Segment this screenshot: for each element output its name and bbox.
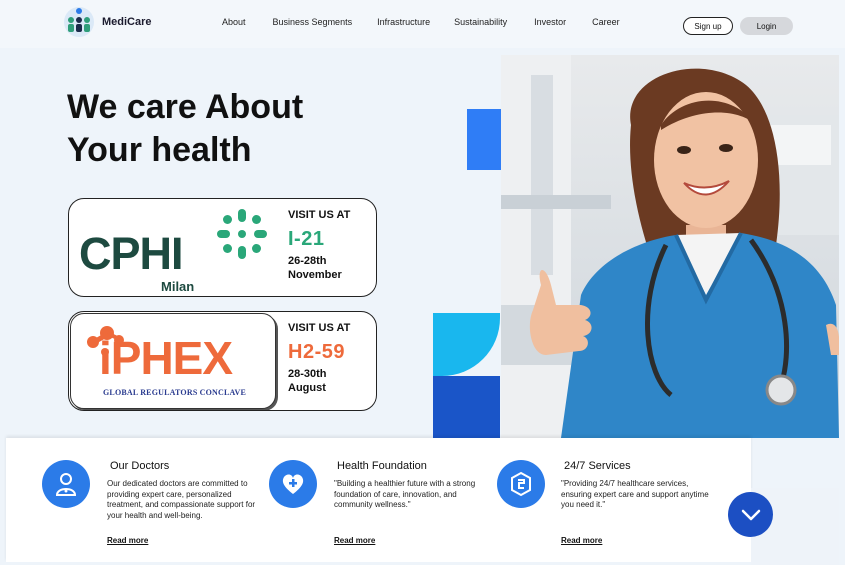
- iphex-booth: H2-59: [288, 341, 345, 363]
- cphi-dots-icon: [217, 209, 267, 259]
- event-card-iphex[interactable]: iPHEX GLOBAL REGULATORS CONCLAVE VISIT U…: [68, 311, 377, 411]
- cphi-visit-label: VISIT US AT: [288, 209, 351, 221]
- service-desc-doctors: Our dedicated doctors are committed to p…: [107, 479, 256, 520]
- service-title-foundation: Health Foundation: [337, 460, 427, 472]
- scroll-down-button[interactable]: [728, 492, 773, 537]
- service-title-doctors: Our Doctors: [110, 460, 170, 472]
- login-button[interactable]: Login: [740, 17, 793, 35]
- decor-square-navy: [433, 376, 500, 438]
- hero-title-line2: Your health: [67, 131, 252, 169]
- event-card-cphi[interactable]: CPHI Milan VISIT US AT I-21 26-28th Nove…: [68, 198, 377, 297]
- nav-infrastructure[interactable]: Infrastructure: [377, 17, 430, 27]
- cphi-dates: 26-28th November: [288, 254, 350, 282]
- iphex-info: VISIT US AT H2-59 28-30th August: [288, 322, 350, 395]
- service-title-247: 24/7 Services: [564, 460, 631, 472]
- iphex-dates-line2: August: [288, 382, 326, 394]
- doctor-icon: [42, 460, 90, 508]
- nav-business-segments[interactable]: Business Segments: [273, 17, 353, 27]
- chevron-down-icon: [741, 509, 760, 520]
- header: MediCare About Business Segments Infrast…: [0, 0, 845, 48]
- nav-sustainability[interactable]: Sustainability: [454, 17, 507, 27]
- iphex-logo-sub: GLOBAL REGULATORS CONCLAVE: [103, 388, 247, 397]
- cphi-logo: CPHI Milan: [71, 201, 283, 295]
- signup-button[interactable]: Sign up: [683, 17, 733, 35]
- iphex-logo-text: iPHEX: [99, 332, 233, 384]
- medicare-logo-icon: [64, 7, 94, 37]
- cphi-logo-text: CPHI: [79, 228, 184, 279]
- brand-logo[interactable]: MediCare: [62, 6, 152, 38]
- iphex-visit-label: VISIT US AT: [288, 322, 351, 334]
- service-desc-247: "Providing 24/7 healthcare services, ens…: [561, 479, 709, 509]
- services-section: Our Doctors Our dedicated doctors are co…: [6, 438, 751, 562]
- cphi-booth: I-21: [288, 228, 325, 250]
- cphi-info: VISIT US AT I-21 26-28th November: [288, 209, 350, 282]
- cphi-logo-sub: Milan: [161, 279, 195, 294]
- cphi-dates-line1: 26-28th: [288, 255, 327, 267]
- iphex-dates: 28-30th August: [288, 367, 350, 395]
- iphex-logo: iPHEX GLOBAL REGULATORS CONCLAVE: [70, 313, 276, 409]
- read-more-foundation-link[interactable]: Read more: [334, 536, 375, 545]
- iphex-dates-line1: 28-30th: [288, 368, 327, 380]
- heart-plus-icon: [269, 460, 317, 508]
- main-nav: About Business Segments Infrastructure S…: [222, 17, 620, 27]
- read-more-doctors-link[interactable]: Read more: [107, 536, 148, 545]
- hero-photo: [501, 55, 839, 438]
- nav-investor[interactable]: Investor: [534, 17, 566, 27]
- decor-quarter-cyan: [433, 313, 500, 376]
- shield-icon: [497, 460, 545, 508]
- nurse-illustration: [501, 55, 839, 438]
- hero-title: We care About Your health: [67, 86, 303, 172]
- read-more-247-link[interactable]: Read more: [561, 536, 602, 545]
- brand-name: MediCare: [102, 16, 152, 28]
- nav-about[interactable]: About: [222, 17, 246, 27]
- hero-title-line1: We care About: [67, 88, 304, 126]
- nav-career[interactable]: Career: [592, 17, 620, 27]
- service-desc-foundation: "Building a healthier future with a stro…: [334, 479, 476, 509]
- cphi-dates-line2: November: [288, 269, 342, 281]
